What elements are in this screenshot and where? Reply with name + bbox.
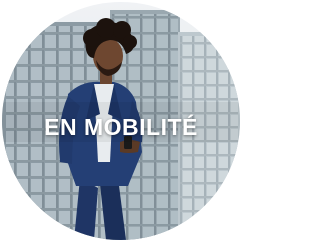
card-title: EN MOBILITÉ <box>44 114 198 140</box>
mobility-card[interactable]: EN MOBILITÉ <box>2 2 240 240</box>
